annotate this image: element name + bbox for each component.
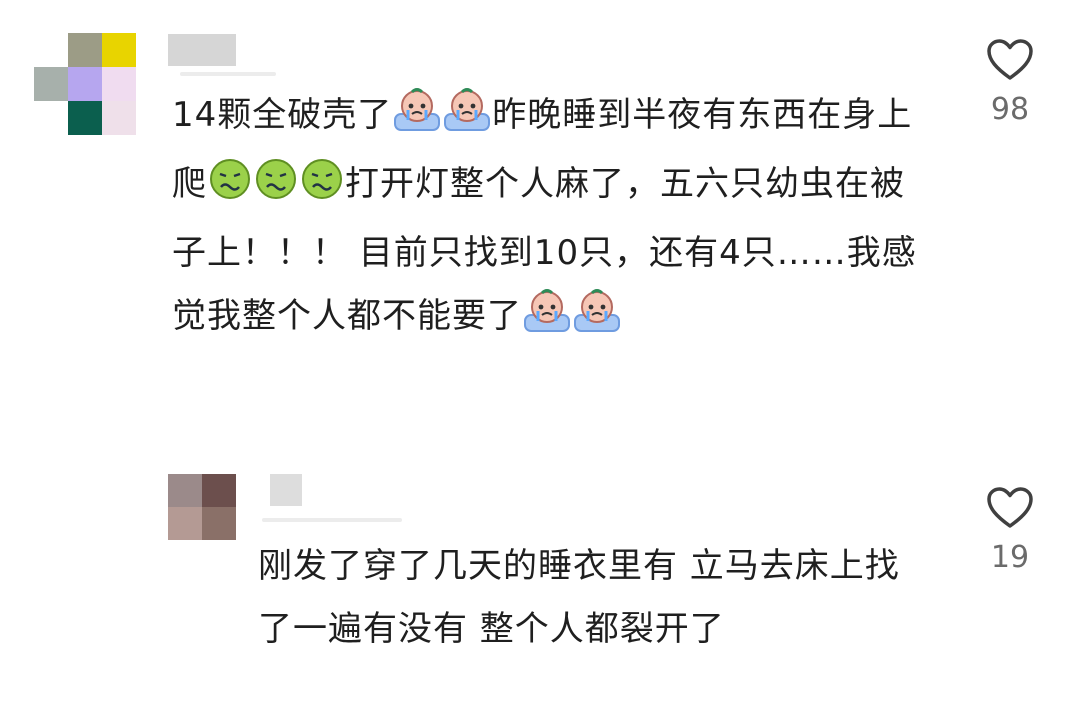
username-redacted[interactable] [270, 474, 302, 506]
like-count: 19 [990, 540, 1030, 575]
comment-text: 刚发了穿了几天的睡衣里有 立马去床上找了一遍有没有 整个人都裂开了 [258, 546, 900, 649]
avatar[interactable] [168, 474, 236, 540]
meta-redacted [262, 518, 402, 522]
heart-outline-icon[interactable] [986, 486, 1034, 530]
comment-item: 刚发了穿了几天的睡衣里有 立马去床上找了一遍有没有 整个人都裂开了 19 [0, 0, 1080, 721]
like-button[interactable]: 19 [980, 486, 1040, 575]
